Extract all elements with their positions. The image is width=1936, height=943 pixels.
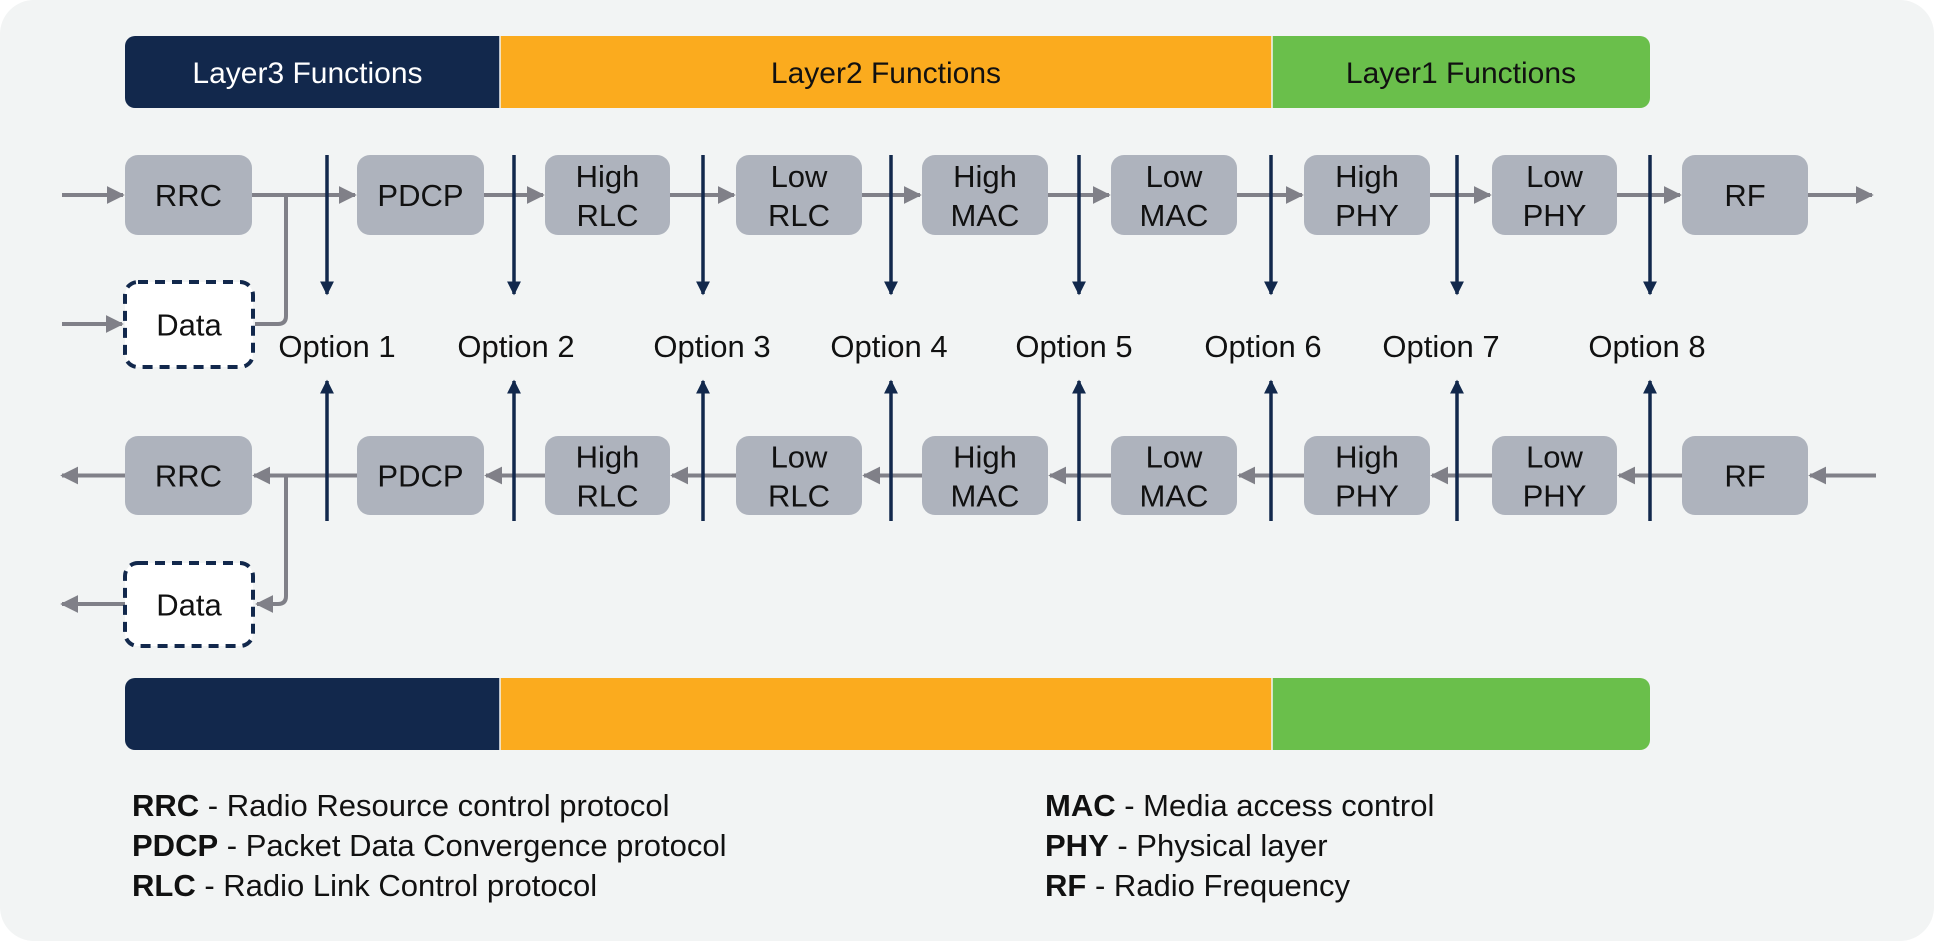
block-bottom-pdcp: PDCP [357, 436, 484, 515]
block-bottom-low-phy: Low PHY [1492, 436, 1617, 515]
legend-item: MAC - Media access control [1045, 786, 1434, 826]
block-bottom-high-phy: High PHY [1304, 436, 1430, 515]
option-3-label: Option 3 [653, 329, 770, 364]
block-top-high-phy: High PHY [1304, 155, 1430, 235]
block-label: MAC [951, 479, 1020, 514]
block-label: RF [1724, 459, 1765, 494]
layer1-segment [1272, 678, 1650, 750]
block-label: Low [771, 440, 828, 475]
block-label: High [953, 440, 1017, 475]
option-1-label: Option 1 [278, 329, 395, 364]
option-6-label: Option 6 [1204, 329, 1321, 364]
block-bottom-rf: RF [1682, 436, 1808, 515]
block-top-high-rlc: High RLC [545, 155, 670, 235]
block-label: High [1335, 440, 1399, 475]
legend-item: RRC - Radio Resource control protocol [132, 786, 726, 826]
block-bottom-rrc: RRC [125, 436, 252, 515]
block-label: Low [1146, 159, 1203, 194]
data-to-pdcp-connector [255, 195, 288, 326]
legend-desc: - Radio Frequency [1086, 868, 1350, 903]
block-top-low-rlc: Low RLC [736, 155, 862, 235]
legend-desc: - Radio Link Control protocol [195, 868, 598, 903]
block-label: RLC [768, 479, 830, 514]
layer1-label: Layer1 Functions [1346, 57, 1576, 90]
block-top-rf: RF [1682, 155, 1808, 235]
block-label: High [1335, 159, 1399, 194]
block-label: Low [1146, 440, 1203, 475]
legend-desc: - Radio Resource control protocol [199, 788, 670, 823]
option-2-label: Option 2 [457, 329, 574, 364]
legend-abbr: PHY [1045, 828, 1109, 863]
block-label: Low [771, 159, 828, 194]
layer-bar-top: Layer3 Functions Layer2 Functions Layer1 F… [125, 36, 1650, 108]
block-label: High [576, 159, 640, 194]
legend-abbr: RLC [132, 868, 196, 903]
block-label: RLC [576, 198, 638, 233]
block-bottom-low-rlc: Low RLC [736, 436, 862, 515]
block-label: RLC [768, 198, 830, 233]
legend-abbr: RF [1045, 868, 1087, 903]
option-7-label: Option 7 [1382, 329, 1499, 364]
bar-segments [125, 678, 1650, 750]
legend-left: RRC - Radio Resource control protocol PD… [132, 786, 726, 906]
legend-abbr: MAC [1045, 788, 1116, 823]
block-label: PHY [1523, 198, 1587, 233]
block-top-high-mac: High MAC [922, 155, 1048, 235]
block-label: High [576, 440, 640, 475]
flow-arrows [60, 186, 1876, 613]
block-top-pdcp: PDCP [357, 155, 484, 235]
block-label: MAC [951, 198, 1020, 233]
block-label: MAC [1140, 479, 1209, 514]
legend-item: PDCP - Packet Data Convergence protocol [132, 826, 726, 866]
block-label: RLC [576, 479, 638, 514]
data-block-bottom: Data [123, 561, 255, 648]
block-label: PHY [1335, 198, 1399, 233]
layer3-label: Layer3 Functions [192, 57, 422, 90]
block-bottom-high-rlc: High RLC [545, 436, 670, 515]
block-label: MAC [1140, 198, 1209, 233]
block-label: PDCP [377, 178, 463, 213]
block-bottom-high-mac: High MAC [922, 436, 1048, 515]
legend-right: MAC - Media access control PHY - Physica… [1045, 786, 1434, 906]
block-label: RF [1724, 178, 1765, 213]
block-bottom-low-mac: Low MAC [1111, 436, 1237, 515]
layer2-label: Layer2 Functions [771, 57, 1001, 90]
block-top-low-phy: Low PHY [1492, 155, 1617, 235]
block-label: High [953, 159, 1017, 194]
legend-item: RF - Radio Frequency [1045, 866, 1434, 906]
legend-item: RLC - Radio Link Control protocol [132, 866, 726, 906]
legend-desc: - Media access control [1115, 788, 1435, 823]
block-label: PDCP [377, 459, 463, 494]
data-block-top: Data [123, 280, 255, 369]
block-label: RRC [155, 178, 222, 213]
function-blocks: RRC PDCP High RLC Low RLC High MAC Low MAC High PHY… [123, 155, 1808, 648]
block-label: PHY [1523, 479, 1587, 514]
data-block-label: Data [156, 588, 222, 623]
legend-abbr: PDCP [132, 828, 219, 863]
layer3-segment [125, 678, 500, 750]
block-label: PHY [1335, 479, 1399, 514]
layer2-segment [500, 678, 1272, 750]
block-top-low-mac: Low MAC [1111, 155, 1237, 235]
block-label: RRC [155, 459, 222, 494]
legend-abbr: RRC [132, 788, 200, 823]
block-top-rrc: RRC [125, 155, 252, 235]
data-block-label: Data [156, 308, 222, 343]
block-label: Low [1526, 159, 1583, 194]
option-8-label: Option 8 [1588, 329, 1705, 364]
pdcp-to-data-connector [255, 475, 288, 613]
block-label: Low [1526, 440, 1583, 475]
legend-desc: - Physical layer [1108, 828, 1328, 863]
layer-bar-bottom [125, 678, 1650, 750]
option-5-label: Option 5 [1015, 329, 1132, 364]
legend-desc: - Packet Data Convergence protocol [218, 828, 727, 863]
option-labels: Option 1 Option 2 Option 3 Option 4 Option 5… [278, 329, 1705, 364]
legend-item: PHY - Physical layer [1045, 826, 1434, 866]
option-4-label: Option 4 [830, 329, 947, 364]
